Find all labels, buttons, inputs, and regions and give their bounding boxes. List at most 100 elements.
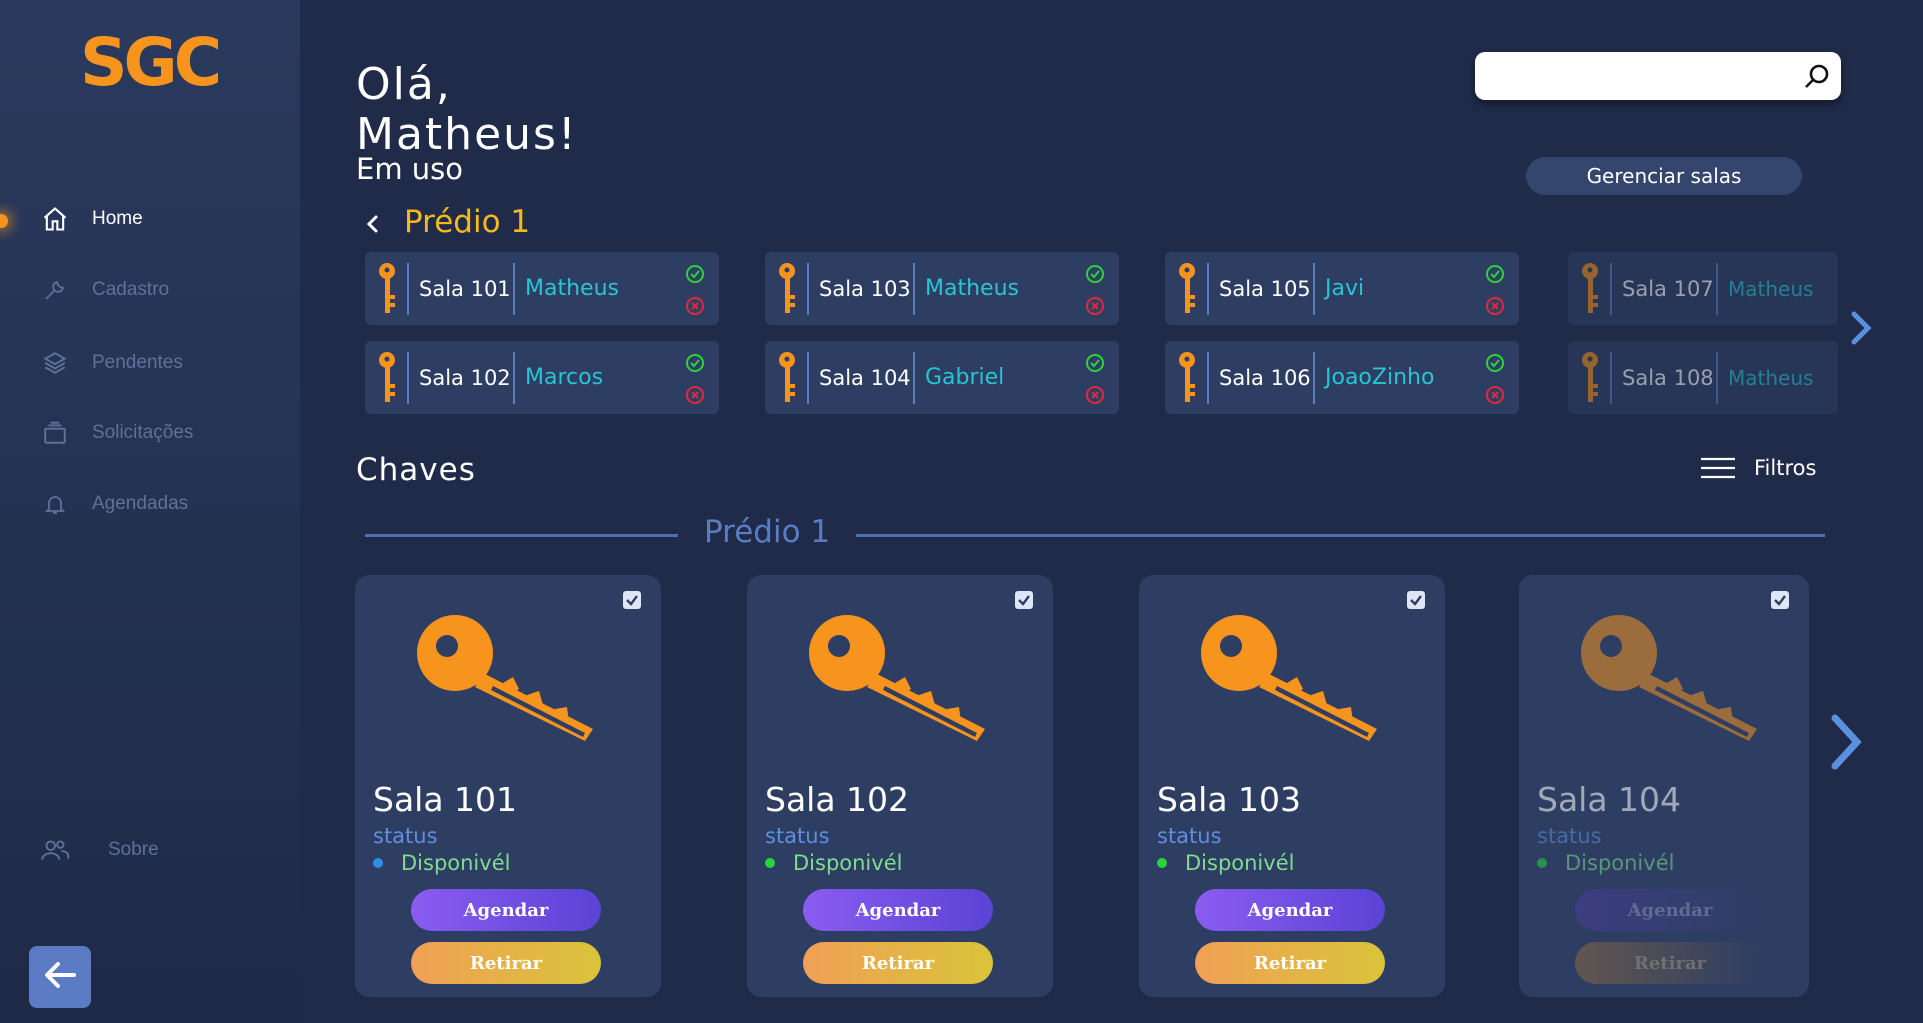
in-use-building-header: Prédio 1 <box>360 204 530 240</box>
in-use-card[interactable]: Sala 101 Matheus <box>365 252 719 325</box>
availability: Disponivél <box>1157 851 1294 875</box>
key-card: Sala 103 status Disponivél Agendar Retirar <box>1139 575 1445 997</box>
status-dot <box>1537 858 1547 868</box>
search-box[interactable] <box>1475 52 1841 100</box>
in-use-card[interactable]: Sala 107 Matheus <box>1568 252 1838 325</box>
status-dot <box>373 858 383 868</box>
key-card: Sala 104 status Disponivél Agendar Retirar <box>1519 575 1809 997</box>
bell-icon <box>40 489 70 519</box>
status-label: status <box>765 824 830 848</box>
tray-icon <box>40 418 70 448</box>
active-indicator <box>0 214 8 228</box>
room-name: Sala 106 <box>1219 365 1311 390</box>
availability-label: Disponivél <box>793 851 903 875</box>
reject-icon[interactable] <box>1485 385 1505 409</box>
search-icon[interactable] <box>1803 62 1831 90</box>
withdraw-button[interactable]: Retirar <box>1575 942 1765 984</box>
room-name: Sala 103 <box>819 276 911 301</box>
confirm-icon[interactable] <box>1485 353 1505 377</box>
availability-label: Disponivél <box>1185 851 1295 875</box>
card-actions <box>1085 264 1105 320</box>
manage-rooms-button[interactable]: Gerenciar salas <box>1526 157 1802 195</box>
chevron-right-icon[interactable] <box>1825 712 1865 776</box>
confirm-icon[interactable] <box>685 264 705 288</box>
sidebar-item-label: Solicitações <box>92 422 194 443</box>
home-icon <box>40 204 70 234</box>
schedule-button[interactable]: Agendar <box>411 889 601 931</box>
key-icon <box>1171 259 1207 319</box>
key-icon <box>807 611 987 751</box>
in-use-card[interactable]: Sala 108 Matheus <box>1568 341 1838 414</box>
availability-label: Disponivél <box>401 851 511 875</box>
user-name: Matheus <box>1728 276 1814 301</box>
schedule-button[interactable]: Agendar <box>1195 889 1385 931</box>
availability: Disponivél <box>765 851 902 875</box>
sidebar-item-label: Home <box>92 208 143 229</box>
chevron-left-icon[interactable] <box>360 209 386 235</box>
sidebar-item-home[interactable]: Home <box>40 201 143 237</box>
availability: Disponivél <box>1537 851 1674 875</box>
confirm-icon[interactable] <box>1485 264 1505 288</box>
menu-icon <box>1700 456 1736 480</box>
sidebar-item-pendentes[interactable]: Pendentes <box>40 345 183 381</box>
users-icon <box>40 835 70 865</box>
room-name: Sala 108 <box>1622 365 1714 390</box>
status-label: status <box>1157 824 1222 848</box>
sidebar-item-label: Sobre <box>108 839 159 860</box>
availability: Disponivél <box>373 851 510 875</box>
sidebar-item-solicitacoes[interactable]: Solicitações <box>40 415 193 451</box>
sidebar-item-cadastro[interactable]: Cadastro <box>40 272 169 308</box>
in-use-card[interactable]: Sala 105 Javi <box>1165 252 1519 325</box>
key-icon <box>1579 611 1759 751</box>
reject-icon[interactable] <box>1085 385 1105 409</box>
select-checkbox[interactable] <box>1771 591 1789 609</box>
withdraw-button[interactable]: Retirar <box>803 942 993 984</box>
room-name: Sala 107 <box>1622 276 1714 301</box>
sgc-logo: SGC <box>80 24 222 101</box>
withdraw-button[interactable]: Retirar <box>1195 942 1385 984</box>
key-icon <box>371 259 407 319</box>
key-icon <box>1171 348 1207 408</box>
key-room-name: Sala 104 <box>1537 780 1682 819</box>
withdraw-button[interactable]: Retirar <box>411 942 601 984</box>
confirm-icon[interactable] <box>685 353 705 377</box>
key-icon <box>1574 259 1610 319</box>
divider-left <box>365 534 678 537</box>
sidebar: SGC Home Cadastro Pendentes Solicitações… <box>0 0 300 1023</box>
status-dot <box>1157 858 1167 868</box>
in-use-card[interactable]: Sala 104 Gabriel <box>765 341 1119 414</box>
in-use-card[interactable]: Sala 106 JoaoZinho <box>1165 341 1519 414</box>
reject-icon[interactable] <box>1085 296 1105 320</box>
back-button[interactable] <box>29 946 91 1008</box>
greeting-line-1: Olá, <box>356 59 452 110</box>
key-card: Sala 101 status Disponivél Agendar Retirar <box>355 575 661 997</box>
select-checkbox[interactable] <box>1407 591 1425 609</box>
sidebar-item-agendadas[interactable]: Agendadas <box>40 486 188 522</box>
sidebar-item-sobre[interactable]: Sobre <box>40 832 159 868</box>
building-title: Prédio 1 <box>404 204 531 240</box>
sidebar-item-label: Agendadas <box>92 493 189 514</box>
keys-building-title: Prédio 1 <box>704 514 831 550</box>
sidebar-item-label: Pendentes <box>92 352 183 373</box>
confirm-icon[interactable] <box>1085 264 1105 288</box>
in-use-card[interactable]: Sala 102 Marcos <box>365 341 719 414</box>
reject-icon[interactable] <box>685 296 705 320</box>
reject-icon[interactable] <box>685 385 705 409</box>
greeting: Olá, Matheus! <box>356 60 578 160</box>
schedule-button[interactable]: Agendar <box>1575 889 1765 931</box>
card-actions <box>685 353 705 409</box>
confirm-icon[interactable] <box>1085 353 1105 377</box>
filters-button[interactable]: Filtros <box>1700 456 1816 480</box>
select-checkbox[interactable] <box>623 591 641 609</box>
divider-right <box>856 534 1825 537</box>
schedule-button[interactable]: Agendar <box>803 889 993 931</box>
card-actions <box>1485 353 1505 409</box>
arrow-left-icon <box>43 960 77 994</box>
chevron-right-icon[interactable] <box>1846 308 1874 352</box>
reject-icon[interactable] <box>1485 296 1505 320</box>
in-use-card[interactable]: Sala 103 Matheus <box>765 252 1119 325</box>
key-room-name: Sala 101 <box>373 780 518 819</box>
key-icon <box>371 348 407 408</box>
select-checkbox[interactable] <box>1015 591 1033 609</box>
wrench-icon <box>40 275 70 305</box>
